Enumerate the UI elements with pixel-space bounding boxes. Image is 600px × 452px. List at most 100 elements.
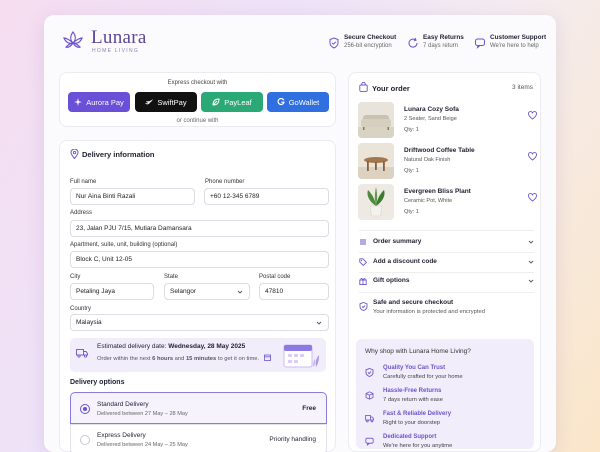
- country-label: Country: [70, 306, 92, 312]
- phone-label: Phone number: [205, 179, 245, 185]
- order-card: Your order 3 items Lunara Cozy Sofa 2 Se…: [348, 72, 541, 452]
- express-checkout-title: Express checkout with: [167, 80, 228, 86]
- why-item-desc: Carefully crafted for your home: [383, 374, 463, 380]
- within-hours: 6 hours: [152, 356, 174, 362]
- feature-subtitle: 7 days return: [423, 43, 459, 49]
- gowallet-button[interactable]: GoWallet: [267, 92, 329, 112]
- sofa-image: [358, 102, 394, 138]
- apartment-input[interactable]: Block C, Unit 12-05: [70, 251, 329, 268]
- delivery-information-card: Delivery information Full name Nur Aina …: [59, 140, 336, 452]
- city-input[interactable]: Petaling Jaya: [70, 283, 154, 300]
- option-price: Free: [302, 405, 316, 412]
- payleaf-button[interactable]: PayLeaf: [201, 92, 263, 112]
- chat-icon: [475, 38, 485, 49]
- swiftpay-button[interactable]: SwiftPay: [135, 92, 197, 112]
- postal-code-label: Postal code: [259, 274, 291, 280]
- address-label: Address: [70, 210, 93, 216]
- shield-icon: [329, 37, 339, 49]
- item-name: Lunara Cozy Sofa: [404, 106, 459, 113]
- address-input[interactable]: 23, Jalan PJU 7/15, Mutiara Damansara: [70, 220, 329, 237]
- postal-code-input[interactable]: 47810: [259, 283, 329, 300]
- order-within-text: Order within the next 6 hours and 15 min…: [97, 354, 271, 362]
- shield-check-icon: [359, 302, 368, 311]
- list-icon: [360, 239, 366, 245]
- feature-title: Customer Support: [490, 34, 547, 41]
- within-suffix: to get it on time.: [216, 356, 260, 362]
- divider: [359, 252, 534, 253]
- calendar-illustration-icon: [283, 344, 319, 368]
- item-variant: 2 Seater, Sand Beige: [404, 116, 457, 122]
- item-name: Evergreen Bliss Plant: [404, 188, 471, 195]
- option-name: Express Delivery: [97, 432, 146, 439]
- coffee-table-image: [358, 143, 394, 179]
- pay-label: GoWallet: [288, 97, 320, 107]
- plant-image: [358, 184, 394, 220]
- city-label: City: [70, 274, 81, 280]
- tag-icon: [359, 258, 367, 266]
- feature-subtitle: 256-bit encryption: [344, 43, 392, 49]
- standard-delivery-option[interactable]: Standard Delivery Delivered between 27 M…: [70, 392, 327, 424]
- feature-title: Easy Returns: [423, 34, 464, 41]
- chat-icon: [365, 437, 374, 446]
- order-count: 3 items: [512, 84, 533, 91]
- discount-code-label: Add a discount code: [373, 258, 437, 265]
- calendar-small-icon: [263, 354, 271, 361]
- order-item: Lunara Cozy Sofa 2 Seater, Sand Beige Qt…: [358, 102, 538, 138]
- heart-icon[interactable]: [528, 152, 537, 161]
- within-and: and: [173, 356, 186, 362]
- express-radio[interactable]: [80, 435, 90, 445]
- country-select[interactable]: Malaysia: [70, 314, 329, 331]
- estimate-prefix: Estimated delivery date:: [97, 343, 169, 350]
- option-name: Standard Delivery: [97, 401, 149, 408]
- phone-input[interactable]: +60 12-345 6789: [204, 188, 329, 205]
- shopping-bag-icon: [359, 82, 368, 92]
- refresh-icon: [408, 37, 418, 48]
- why-item-title: Hassle-Free Returns: [383, 388, 442, 394]
- divider: [359, 230, 534, 231]
- divider: [359, 272, 534, 273]
- discount-code-toggle[interactable]: Add a discount code: [359, 255, 534, 269]
- standard-radio[interactable]: [80, 404, 90, 414]
- safe-checkout-title: Safe and secure checkout: [373, 299, 454, 306]
- heart-icon[interactable]: [528, 111, 537, 120]
- why-item-desc: We're here for you anytime: [383, 443, 453, 449]
- location-pin-icon: [70, 149, 79, 159]
- estimated-delivery-text: Estimated delivery date: Wednesday, 28 M…: [97, 343, 245, 350]
- pay-label: SwiftPay: [157, 97, 187, 107]
- estimate-date: Wednesday, 28 May 2025: [168, 343, 246, 350]
- continue-with-divider: or continue with: [176, 118, 219, 124]
- chevron-down-icon: [316, 321, 322, 325]
- truck-icon: [365, 415, 374, 423]
- gift-icon: [359, 278, 367, 285]
- brand-name[interactable]: Lunara: [91, 27, 147, 49]
- box-icon: [365, 391, 374, 400]
- express-delivery-option[interactable]: Express Delivery Delivered between 24 Ma…: [70, 424, 327, 452]
- state-select[interactable]: Selangor: [164, 283, 250, 300]
- pay-label: Aurora Pay: [86, 97, 124, 107]
- full-name-input[interactable]: Nur Aina Binti Razali: [70, 188, 195, 205]
- pay-label: PayLeaf: [224, 97, 252, 107]
- why-item-desc: 7 days return with ease: [383, 397, 443, 403]
- aurora-pay-button[interactable]: Aurora Pay: [68, 92, 130, 112]
- order-summary-toggle[interactable]: Order summary: [359, 235, 534, 249]
- shield-icon: [365, 368, 374, 377]
- express-checkout-card: Express checkout with Aurora Pay SwiftPa…: [59, 72, 336, 127]
- feature-subtitle: We're here to help: [490, 43, 539, 49]
- item-variant: Natural Oak Finish: [404, 157, 451, 163]
- order-title: Your order: [372, 84, 410, 93]
- full-name-label: Full name: [70, 179, 97, 185]
- why-item-desc: Right to your doorstep: [383, 420, 441, 426]
- option-price: Priority handling: [269, 436, 316, 443]
- divider: [359, 292, 534, 293]
- feature-title: Secure Checkout: [344, 34, 397, 41]
- item-name: Driftwood Coffee Table: [404, 147, 475, 154]
- heart-icon[interactable]: [528, 193, 537, 202]
- item-qty: Qty: 1: [404, 127, 419, 133]
- why-item-returns: Hassle-Free Returns 7 days return with e…: [365, 388, 525, 408]
- safe-checkout-note: Safe and secure checkout Your informatio…: [359, 299, 534, 325]
- brand-tagline: HOME LIVING: [92, 48, 140, 54]
- swift-bird-icon: [145, 99, 154, 105]
- option-dates: Delivered between 27 May – 28 May: [97, 411, 188, 417]
- chevron-down-icon: [528, 279, 534, 283]
- gift-options-toggle[interactable]: Gift options: [359, 274, 534, 288]
